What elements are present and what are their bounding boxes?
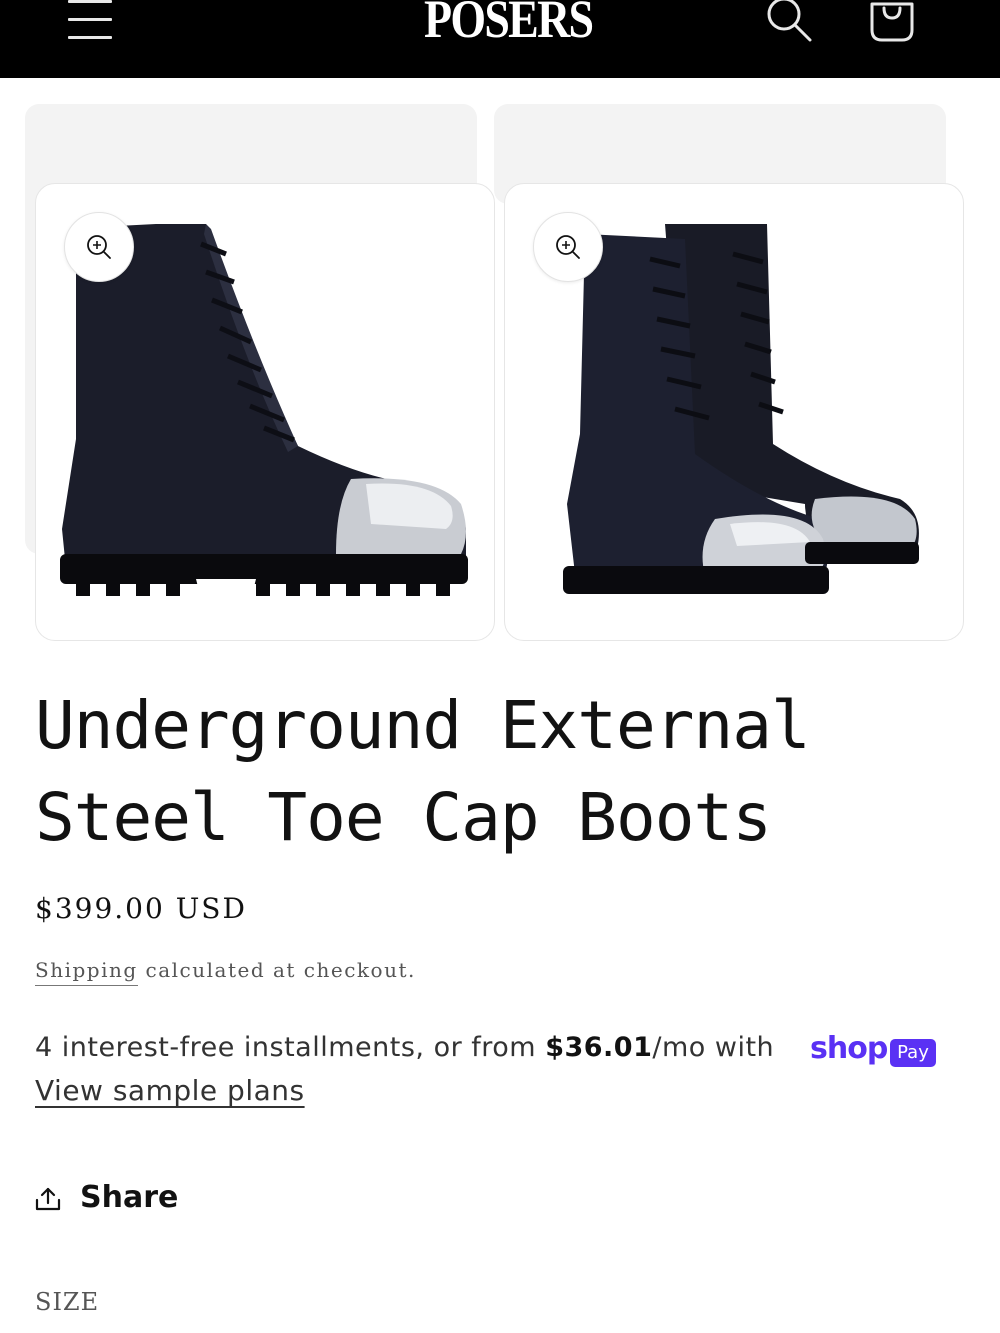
share-icon [35, 1187, 61, 1211]
shop-pay-badge: Pay [890, 1039, 936, 1067]
menu-button[interactable] [68, 0, 114, 40]
zoom-button[interactable] [533, 212, 603, 282]
product-title: Underground External Steel Toe Cap Boots [35, 687, 811, 856]
shop-pay-logo: shop Pay [810, 1031, 938, 1073]
shipping-link[interactable]: Shipping [35, 958, 138, 986]
product-image-card-2[interactable] [504, 183, 964, 641]
cart-button[interactable] [866, 0, 918, 48]
hamburger-menu-icon-line [68, 36, 112, 39]
view-sample-plans-link[interactable]: View sample plans [35, 1074, 305, 1107]
search-button[interactable] [762, 0, 814, 48]
product-price: $399.00 USD [35, 892, 247, 925]
shipping-note-text: calculated at checkout. [137, 958, 416, 982]
shopping-bag-icon [870, 2, 914, 42]
shop-pay-wordmark: shop [810, 1031, 888, 1066]
search-icon [767, 0, 812, 42]
zoom-button[interactable] [64, 212, 134, 282]
installments-suffix: /mo with [652, 1032, 775, 1063]
share-label: Share [80, 1180, 179, 1215]
zoom-in-icon [87, 235, 111, 259]
shipping-note: Shipping calculated at checkout. [35, 958, 416, 986]
product-image-card-1[interactable] [35, 183, 495, 641]
zoom-in-icon [556, 235, 580, 259]
installments-prefix: 4 interest-free installments, or from [35, 1032, 546, 1063]
hamburger-menu-icon-line [68, 18, 112, 21]
hamburger-menu-icon [68, 0, 112, 3]
size-label: SIZE [35, 1288, 100, 1316]
site-logo[interactable]: POSERS [424, 0, 594, 54]
installment-amount: $36.01 [545, 1032, 653, 1063]
site-header: POSERS [0, 0, 1000, 78]
